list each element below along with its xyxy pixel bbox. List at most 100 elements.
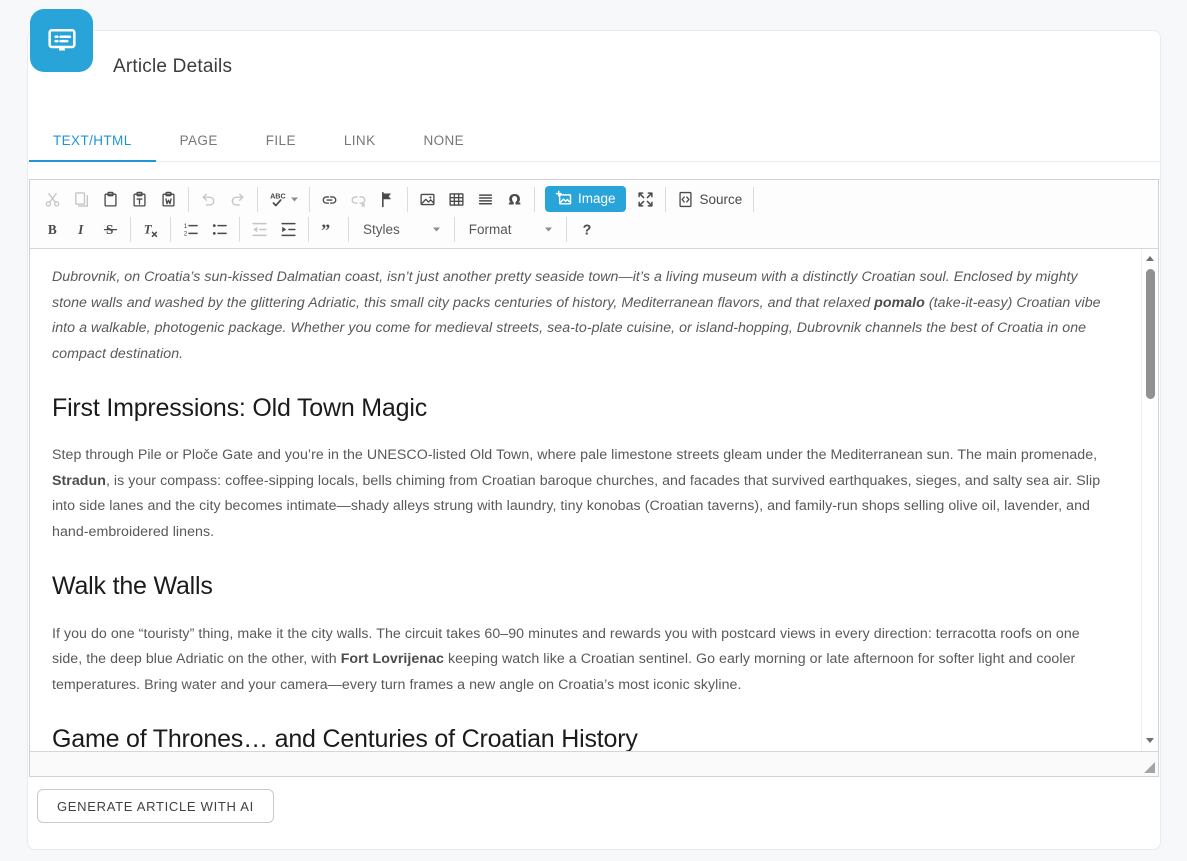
undo-icon (200, 191, 217, 208)
special-character-icon: Ω (506, 191, 523, 208)
toolbar-separator (348, 217, 349, 242)
editor-content[interactable]: Dubrovnik, on Croatia’s sun-kissed Dalma… (30, 249, 1141, 751)
article-details-icon (30, 9, 93, 72)
bulleted-list-button[interactable] (206, 218, 233, 241)
format-label: Format (469, 222, 512, 237)
format-caret-icon (545, 227, 552, 232)
editor-content-area: Dubrovnik, on Croatia’s sun-kissed Dalma… (30, 248, 1158, 751)
article-paragraph: Dubrovnik, on Croatia’s sun-kissed Dalma… (52, 265, 1111, 367)
paste-plain-text-icon (131, 191, 148, 208)
svg-text:ABC: ABC (270, 191, 286, 200)
toolbar-separator (308, 217, 309, 242)
toolbar-separator (309, 187, 310, 212)
increase-indent-icon (280, 221, 297, 238)
scroll-down-icon[interactable] (1146, 738, 1154, 743)
toolbar-separator (188, 187, 189, 212)
tab-bar: TEXT/HTMLPAGEFILELINKNONE (29, 123, 1160, 162)
styles-button[interactable]: Styles (355, 219, 448, 240)
unlink-button (345, 188, 372, 211)
article-details-card: Article Details TEXT/HTMLPAGEFILELINKNON… (27, 30, 1161, 850)
tab-text-html[interactable]: TEXT/HTML (29, 123, 156, 161)
numbered-list-icon: 12 (182, 221, 199, 238)
image-upload-icon (555, 190, 572, 207)
toolbar-separator (130, 217, 131, 242)
remove-format-icon: T (142, 221, 159, 238)
svg-text:”: ” (321, 221, 330, 238)
paste-from-word-button[interactable] (155, 188, 182, 211)
help-icon: ? (578, 221, 595, 238)
format-button[interactable]: Format (461, 219, 560, 240)
link-icon (321, 191, 338, 208)
styles-label: Styles (363, 222, 400, 237)
svg-text:2: 2 (184, 231, 188, 238)
source-button[interactable]: Source (672, 188, 748, 211)
editor-bottom-bar (30, 751, 1158, 776)
tab-link[interactable]: LINK (320, 123, 400, 161)
spell-check-button[interactable]: ABC (264, 188, 303, 211)
spell-check-icon: ABC (269, 191, 286, 208)
redo-button (224, 188, 251, 211)
bold-button[interactable]: B (39, 218, 66, 241)
insert-table-button[interactable] (443, 188, 470, 211)
blockquote-icon: ” (320, 221, 337, 238)
help-button[interactable]: ? (573, 218, 600, 241)
insert-image-icon (419, 191, 436, 208)
increase-indent-button[interactable] (275, 218, 302, 241)
scroll-up-icon[interactable] (1146, 256, 1154, 261)
article-paragraph: If you do one “touristy” thing, make it … (52, 622, 1111, 699)
spell-check-caret-icon (291, 197, 298, 202)
cut-icon (44, 191, 61, 208)
article-paragraph: Step through Pile or Ploče Gate and you’… (52, 443, 1111, 545)
insert-image-button[interactable] (414, 188, 441, 211)
tab-file[interactable]: FILE (242, 123, 320, 161)
link-button[interactable] (316, 188, 343, 211)
richtext-editor: ABC Ω Image Source BIS T 12 ” Styles Format? Dub… (29, 179, 1159, 777)
strikethrough-button[interactable]: S (97, 218, 124, 241)
anchor-button[interactable] (374, 188, 401, 211)
paste-icon (102, 191, 119, 208)
source-label: Source (700, 192, 743, 207)
toolbar-separator (407, 187, 408, 212)
paste-plain-text-button[interactable] (126, 188, 153, 211)
resize-handle-icon[interactable] (1144, 762, 1155, 773)
toolbar-separator (170, 217, 171, 242)
blockquote-button[interactable]: ” (315, 218, 342, 241)
svg-text:T: T (144, 222, 153, 236)
editor-scrollbar[interactable] (1141, 249, 1158, 751)
svg-text:Ω: Ω (509, 192, 521, 208)
monitor-list-icon (43, 22, 81, 60)
paste-from-word-icon (160, 191, 177, 208)
paste-button[interactable] (97, 188, 124, 211)
decrease-indent-icon (251, 221, 268, 238)
page-title: Article Details (113, 56, 1160, 78)
toolbar-separator (753, 187, 754, 212)
numbered-list-button[interactable]: 12 (177, 218, 204, 241)
tab-none[interactable]: NONE (399, 123, 488, 161)
article-heading: Game of Thrones… and Centuries of Croati… (52, 724, 1111, 751)
strikethrough-icon: S (102, 221, 119, 238)
maximize-button[interactable] (632, 188, 659, 211)
copy-icon (73, 191, 90, 208)
svg-text:?: ? (582, 222, 591, 238)
horizontal-line-button[interactable] (472, 188, 499, 211)
image-upload-button[interactable]: Image (545, 186, 626, 212)
italic-button[interactable]: I (68, 218, 95, 241)
unlink-icon (350, 191, 367, 208)
tab-page[interactable]: PAGE (156, 123, 242, 161)
bold-icon: B (44, 221, 61, 238)
toolbar-separator (257, 187, 258, 212)
generate-article-button[interactable]: GENERATE ARTICLE WITH AI (37, 789, 274, 823)
image-upload-label: Image (578, 191, 616, 206)
horizontal-line-icon (477, 191, 494, 208)
decrease-indent-button (246, 218, 273, 241)
remove-format-button[interactable]: T (137, 218, 164, 241)
source-icon (677, 191, 694, 208)
article-heading: Walk the Walls (52, 571, 1111, 602)
special-character-button[interactable]: Ω (501, 188, 528, 211)
anchor-icon (379, 191, 396, 208)
maximize-icon (637, 191, 654, 208)
scrollbar-thumb[interactable] (1146, 269, 1155, 399)
editor-toolbar-row1: ABC Ω Image Source (30, 180, 1158, 214)
svg-text:1: 1 (184, 223, 188, 230)
italic-icon: I (73, 221, 90, 238)
